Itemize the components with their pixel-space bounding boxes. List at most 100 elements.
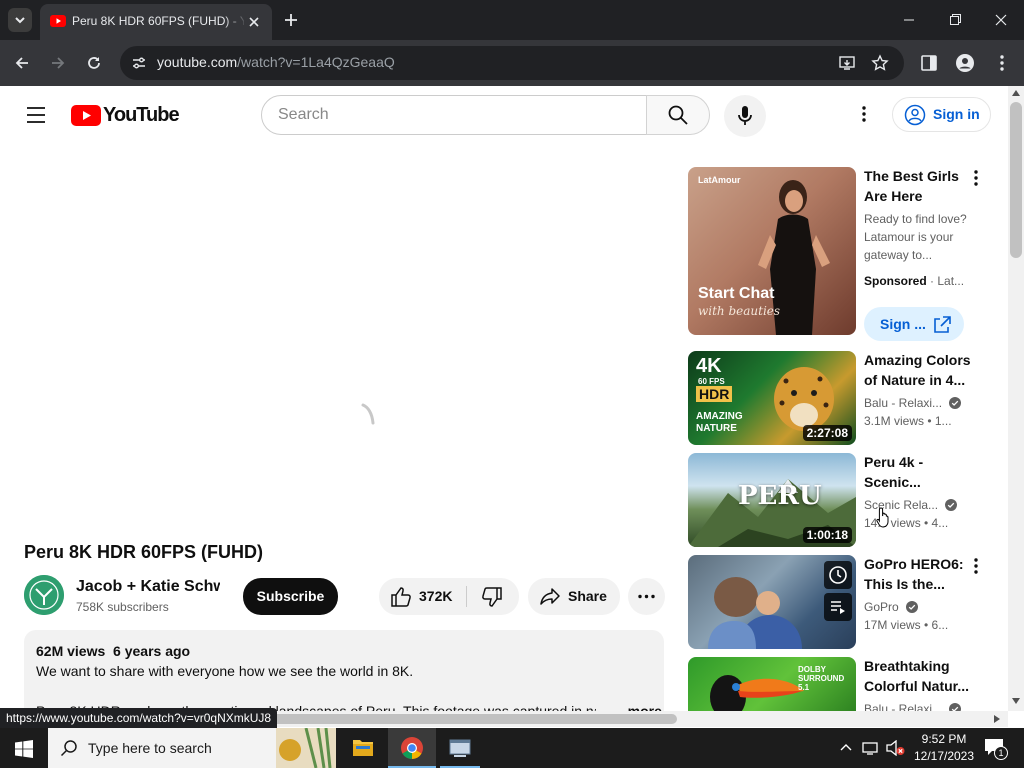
browser-menu-icon[interactable]: [992, 53, 1012, 73]
ad-sponsor-line: Sponsored · Lat...: [864, 274, 965, 288]
verified-check-icon: [945, 499, 958, 511]
vertical-scroll-thumb[interactable]: [1010, 102, 1022, 258]
thumb-caption: PERU: [738, 481, 822, 511]
thumb-caption: AMAZING NATURE: [696, 411, 743, 434]
channel-name[interactable]: Jacob + Katie Schwarz: [76, 578, 220, 596]
video-title: Peru 8K HDR 60FPS (FUHD): [24, 542, 264, 562]
sign-in-button[interactable]: Sign in: [892, 97, 991, 132]
reload-icon[interactable]: [84, 53, 104, 73]
url-path: /watch?v=1La4QzGeaaQ: [237, 54, 395, 70]
ad-advertiser: Lat...: [937, 274, 965, 288]
bookmark-star-icon[interactable]: [871, 54, 889, 72]
taskbar-date[interactable]: 12/17/2023: [912, 749, 976, 763]
share-button[interactable]: Share: [528, 578, 620, 615]
tab-title: Peru 8K HDR 60FPS (FUHD) - YouTube: [72, 14, 244, 28]
back-arrow-icon[interactable]: [12, 53, 32, 73]
browser-tab-active[interactable]: Peru 8K HDR 60FPS (FUHD) - YouTube: [40, 4, 272, 40]
video-player[interactable]: [24, 166, 664, 526]
site-info-icon[interactable]: [131, 55, 147, 71]
video-channel[interactable]: Balu - Relaxi...: [864, 396, 962, 410]
video-options-icon[interactable]: [966, 556, 986, 576]
settings-kebab-icon[interactable]: [854, 104, 874, 124]
chrome-taskbar-button[interactable]: [388, 728, 436, 768]
youtube-logo[interactable]: YouTube: [71, 104, 180, 126]
view-stats: 62M views 6 years ago: [36, 643, 191, 659]
thumb-badge-fps: 60 FPS: [698, 377, 725, 386]
video-thumbnail[interactable]: PERU 1:00:18: [688, 453, 856, 547]
channel-avatar[interactable]: [24, 575, 64, 615]
tab-search-button[interactable]: [8, 8, 32, 32]
channel-logo-icon: [24, 575, 64, 615]
video-thumbnail[interactable]: [688, 555, 856, 649]
chrome-icon: [401, 737, 423, 759]
scroll-down-icon[interactable]: [1012, 698, 1020, 704]
more-actions-button[interactable]: [628, 578, 665, 615]
hamburger-menu-icon[interactable]: [25, 104, 47, 126]
ad-subline-text: with beauties: [698, 304, 781, 318]
share-label: Share: [568, 588, 607, 604]
ad-title[interactable]: The Best Girls Are Here: [864, 166, 972, 206]
watch-later-button[interactable]: [824, 561, 852, 589]
hand-cursor-icon: [876, 507, 889, 528]
thumb-badge-hdr: HDR: [696, 386, 733, 402]
vertical-scrollbar[interactable]: [1008, 86, 1024, 711]
youtube-favicon-icon: [50, 15, 66, 27]
verified-check-icon: [949, 397, 962, 409]
like-button[interactable]: 372K: [379, 578, 466, 615]
video-title-link[interactable]: Breathtaking Colorful Natur...: [864, 656, 972, 696]
video-title-link[interactable]: Amazing Colors of Nature in 4...: [864, 350, 972, 390]
address-bar[interactable]: youtube.com/watch?v=1La4QzGeaaQ: [120, 46, 904, 80]
close-tab-icon[interactable]: [246, 14, 262, 30]
subscribe-button[interactable]: Subscribe: [243, 578, 338, 615]
description-box[interactable]: 62M views 6 years ago We want to share w…: [24, 630, 664, 711]
minimize-button[interactable]: [886, 0, 932, 40]
search-button[interactable]: [646, 95, 710, 135]
notification-center-button[interactable]: 1: [982, 736, 1008, 760]
app-taskbar-button[interactable]: [440, 728, 480, 768]
video-thumbnail[interactable]: DOLBY SURROUND 5.1 4K: [688, 657, 856, 711]
ad-options-icon[interactable]: [966, 168, 986, 188]
video-title-link[interactable]: GoPro HERO6: This Is the...: [864, 554, 972, 594]
scroll-up-icon[interactable]: [1012, 90, 1020, 96]
file-explorer-button[interactable]: [344, 728, 382, 768]
voice-search-button[interactable]: [724, 95, 766, 137]
clock-icon: [829, 566, 847, 584]
description-more-link[interactable]: ...more: [616, 703, 662, 711]
thumb-badge-4k: 4K: [696, 355, 722, 377]
description-line-1: We want to share with everyone how we se…: [36, 663, 414, 679]
install-app-icon[interactable]: [838, 54, 856, 72]
taskbar-search-box[interactable]: Type here to search: [48, 728, 336, 768]
app-window-icon: [449, 739, 471, 757]
taskbar-search-placeholder: Type here to search: [88, 740, 212, 756]
video-duration: 1:00:18: [802, 527, 852, 543]
ad-cta-button[interactable]: Sign ...: [864, 307, 964, 341]
volume-muted-icon[interactable]: [886, 740, 906, 756]
taskbar-time[interactable]: 9:52 PM: [918, 732, 970, 746]
url-host: youtube.com: [157, 54, 238, 70]
video-channel[interactable]: GoPro: [864, 600, 919, 614]
loading-spinner-icon: [361, 403, 375, 425]
forward-arrow-icon[interactable]: [48, 53, 68, 73]
url-text[interactable]: youtube.com/watch?v=1La4QzGeaaQ: [157, 54, 395, 70]
windows-start-icon[interactable]: [15, 740, 33, 758]
profile-icon[interactable]: [955, 53, 975, 73]
add-to-queue-button[interactable]: [824, 593, 852, 621]
close-window-button[interactable]: [978, 0, 1024, 40]
chevron-up-icon[interactable]: [840, 743, 852, 751]
side-panel-icon[interactable]: [920, 54, 938, 72]
link-status-bar: https://www.youtube.com/watch?v=vr0qNXmk…: [0, 708, 278, 728]
dislike-button[interactable]: [467, 578, 519, 615]
video-title-link[interactable]: Peru 4k - Scenic...: [864, 452, 972, 492]
video-channel[interactable]: Balu - Relaxi...: [864, 702, 962, 711]
new-tab-icon[interactable]: [283, 12, 299, 28]
notification-badge: 1: [994, 746, 1008, 760]
scroll-right-icon[interactable]: [994, 715, 1000, 723]
ad-headline-text: Start Chat: [698, 285, 775, 302]
restore-button[interactable]: [932, 0, 978, 40]
search-input[interactable]: Search: [261, 95, 647, 135]
verified-check-icon: [906, 601, 919, 613]
video-thumbnail[interactable]: 4K 60 FPS HDR AMAZING NATURE 2:27:08: [688, 351, 856, 445]
network-icon[interactable]: [862, 740, 880, 756]
ad-thumbnail[interactable]: LatAmour Start Chat with beauties: [688, 167, 856, 335]
verified-check-icon: [949, 703, 962, 711]
